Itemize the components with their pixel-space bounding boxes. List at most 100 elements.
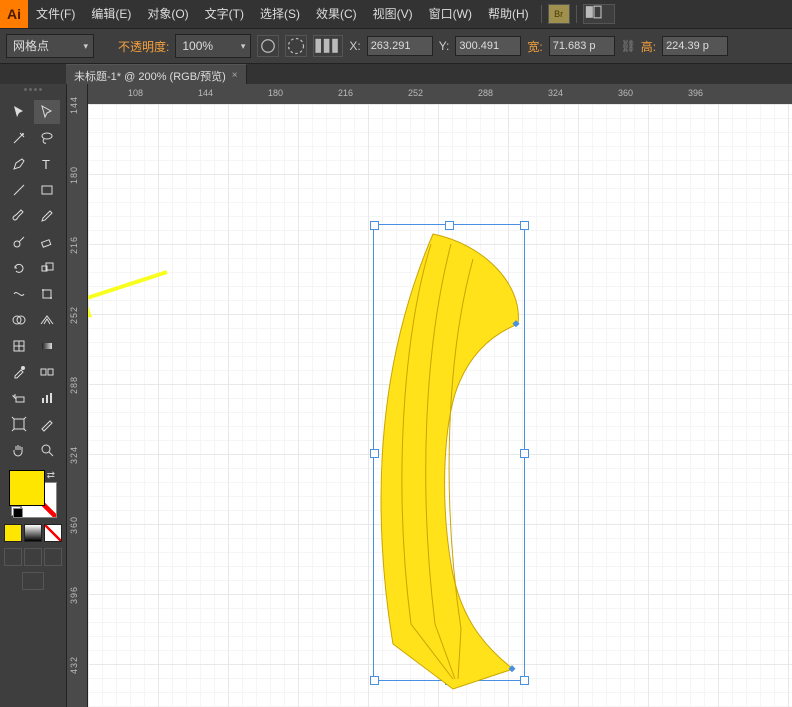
pen-tool[interactable] <box>6 152 32 176</box>
menu-view[interactable]: 视图(V) <box>365 0 421 28</box>
artboard-tool[interactable] <box>6 412 32 436</box>
magic-wand-tool[interactable] <box>6 126 32 150</box>
opacity-label: 不透明度: <box>118 38 169 55</box>
width-tool[interactable] <box>6 282 32 306</box>
arrange-documents-button[interactable] <box>583 4 615 24</box>
vertical-ruler[interactable]: 144 180 216 252 288 324 360 396 432 <box>67 84 88 707</box>
menu-window[interactable]: 窗口(W) <box>421 0 480 28</box>
fill-stroke-indicator[interactable]: ⇄ <box>9 470 57 518</box>
menu-effect[interactable]: 效果(C) <box>308 0 365 28</box>
separator <box>541 5 542 23</box>
direct-selection-tool[interactable] <box>34 100 60 124</box>
ruler-v-label: 180 <box>69 166 79 184</box>
ruler-v-label: 252 <box>69 306 79 324</box>
ruler-v-label: 396 <box>69 586 79 604</box>
selected-artwork[interactable] <box>373 224 533 694</box>
blend-tool[interactable] <box>34 360 60 384</box>
align-icon[interactable] <box>313 35 343 57</box>
color-mode-row <box>4 524 62 542</box>
type-tool[interactable]: T <box>34 152 60 176</box>
ruler-v-label: 216 <box>69 236 79 254</box>
eraser-tool[interactable] <box>34 230 60 254</box>
paintbrush-tool[interactable] <box>6 204 32 228</box>
tool-name-dropdown[interactable]: 网格点 <box>6 34 94 58</box>
line-tool[interactable] <box>6 178 32 202</box>
slice-tool[interactable] <box>34 412 60 436</box>
ruler-v-label: 144 <box>69 96 79 114</box>
default-fill-stroke-icon[interactable] <box>11 506 23 518</box>
ruler-h-label: 108 <box>128 88 143 98</box>
panel-grip[interactable] <box>5 88 61 96</box>
ruler-v-label: 288 <box>69 376 79 394</box>
draw-normal[interactable] <box>4 548 22 566</box>
w-label: 宽: <box>527 38 542 55</box>
menu-edit[interactable]: 编辑(E) <box>83 0 139 28</box>
rectangle-tool[interactable] <box>34 178 60 202</box>
ruler-h-label: 360 <box>618 88 633 98</box>
x-input[interactable] <box>367 36 433 56</box>
ruler-h-label: 252 <box>408 88 423 98</box>
ruler-h-label: 216 <box>338 88 353 98</box>
ruler-h-label: 144 <box>198 88 213 98</box>
draw-inside[interactable] <box>44 548 62 566</box>
ruler-v-label: 360 <box>69 516 79 534</box>
scale-tool[interactable] <box>34 256 60 280</box>
free-transform-tool[interactable] <box>34 282 60 306</box>
bridge-button[interactable]: Br <box>548 4 570 24</box>
separator <box>576 5 577 23</box>
artboard[interactable] <box>88 104 792 707</box>
mesh-anchors[interactable] <box>508 320 519 672</box>
menu-type[interactable]: 文字(T) <box>197 0 252 28</box>
ruler-v-label: 324 <box>69 446 79 464</box>
mesh-tool[interactable] <box>6 334 32 358</box>
perspective-grid-tool[interactable] <box>34 308 60 332</box>
hand-tool[interactable] <box>6 438 32 462</box>
h-input[interactable] <box>662 36 728 56</box>
workspace: T ⇄ <box>0 84 792 707</box>
tools-panel: T ⇄ <box>0 84 67 707</box>
x-label: X: <box>349 39 360 53</box>
menu-select[interactable]: 选择(S) <box>252 0 308 28</box>
canvas-area[interactable]: 108 144 180 216 252 288 324 360 396 <box>88 84 792 707</box>
menu-help[interactable]: 帮助(H) <box>480 0 537 28</box>
gradient-tool[interactable] <box>34 334 60 358</box>
link-wh-icon[interactable]: ⛓ <box>621 39 635 53</box>
symbol-sprayer-tool[interactable] <box>6 386 32 410</box>
color-solid[interactable] <box>4 524 22 542</box>
swap-fill-stroke-icon[interactable]: ⇄ <box>47 470 55 481</box>
blob-brush-tool[interactable] <box>6 230 32 254</box>
close-tab-icon[interactable]: × <box>232 70 238 81</box>
selection-tool[interactable] <box>6 100 32 124</box>
document-tab[interactable]: 未标题-1* @ 200% (RGB/预览) × <box>66 64 247 86</box>
y-input[interactable] <box>455 36 521 56</box>
color-none[interactable] <box>44 524 62 542</box>
eyedropper-tool[interactable] <box>6 360 32 384</box>
column-graph-tool[interactable] <box>34 386 60 410</box>
menu-object[interactable]: 对象(O) <box>139 0 196 28</box>
ruler-h-label: 324 <box>548 88 563 98</box>
pencil-tool[interactable] <box>34 204 60 228</box>
ruler-h-label: 396 <box>688 88 703 98</box>
horizontal-ruler[interactable]: 108 144 180 216 252 288 324 360 396 <box>88 84 792 105</box>
style-icon[interactable] <box>257 35 279 57</box>
draw-behind[interactable] <box>24 548 42 566</box>
menu-file[interactable]: 文件(F) <box>28 0 83 28</box>
rotate-tool[interactable] <box>6 256 32 280</box>
zoom-tool[interactable] <box>34 438 60 462</box>
menu-bar: Ai 文件(F) 编辑(E) 对象(O) 文字(T) 选择(S) 效果(C) 视… <box>0 0 792 29</box>
lasso-tool[interactable] <box>34 126 60 150</box>
color-gradient[interactable] <box>24 524 42 542</box>
document-tab-title: 未标题-1* @ 200% (RGB/预览) <box>74 68 226 84</box>
opacity-input[interactable]: 100% <box>175 34 251 58</box>
y-label: Y: <box>439 39 450 53</box>
fill-swatch[interactable] <box>9 470 45 506</box>
ruler-h-label: 288 <box>478 88 493 98</box>
svg-text:T: T <box>42 157 50 172</box>
w-input[interactable] <box>549 36 615 56</box>
document-tab-strip: 未标题-1* @ 200% (RGB/预览) × <box>0 64 792 86</box>
control-bar: 网格点 不透明度: 100% X: Y: 宽: ⛓ 高: <box>0 29 792 64</box>
ruler-h-label: 180 <box>268 88 283 98</box>
shape-builder-tool[interactable] <box>6 308 32 332</box>
recolor-icon[interactable] <box>285 35 307 57</box>
screen-mode-button[interactable] <box>22 572 44 590</box>
